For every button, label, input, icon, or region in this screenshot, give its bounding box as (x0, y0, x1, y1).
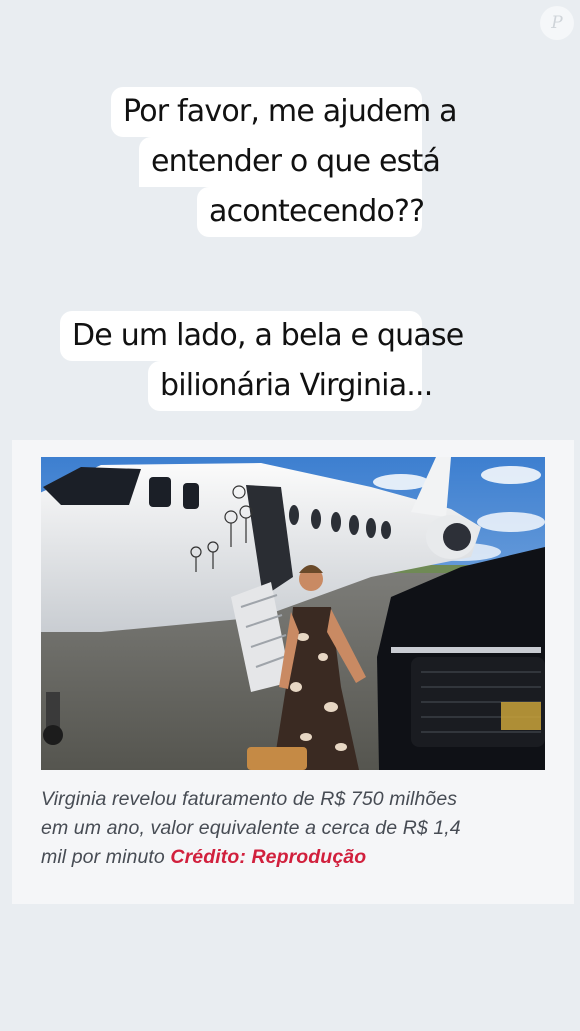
bubble-1-line-3: acontecendo?? (197, 187, 425, 237)
caption-line-2: em um ano, valor equivalente a cerca de … (41, 817, 461, 839)
caption-line-3: mil por minuto (41, 846, 165, 868)
watermark-logo: P (540, 6, 574, 40)
article-card: Virginia revelou faturamento de R$ 750 m… (12, 440, 574, 904)
bubble-2-line-2: bilionária Virginia... (148, 361, 433, 411)
bubble-1-line-1: Por favor, me ajudem a (111, 87, 458, 137)
photo-credit: Crédito: Reprodução (170, 846, 367, 868)
bubble-2-line-1: De um lado, a bela e quase (60, 311, 464, 361)
caption-line-1: Virginia revelou faturamento de R$ 750 m… (41, 788, 458, 810)
article-caption: Virginia revelou faturamento de R$ 750 m… (41, 785, 551, 872)
bubble-1-line-2: entender o que está (139, 137, 441, 187)
article-photo (41, 457, 545, 770)
